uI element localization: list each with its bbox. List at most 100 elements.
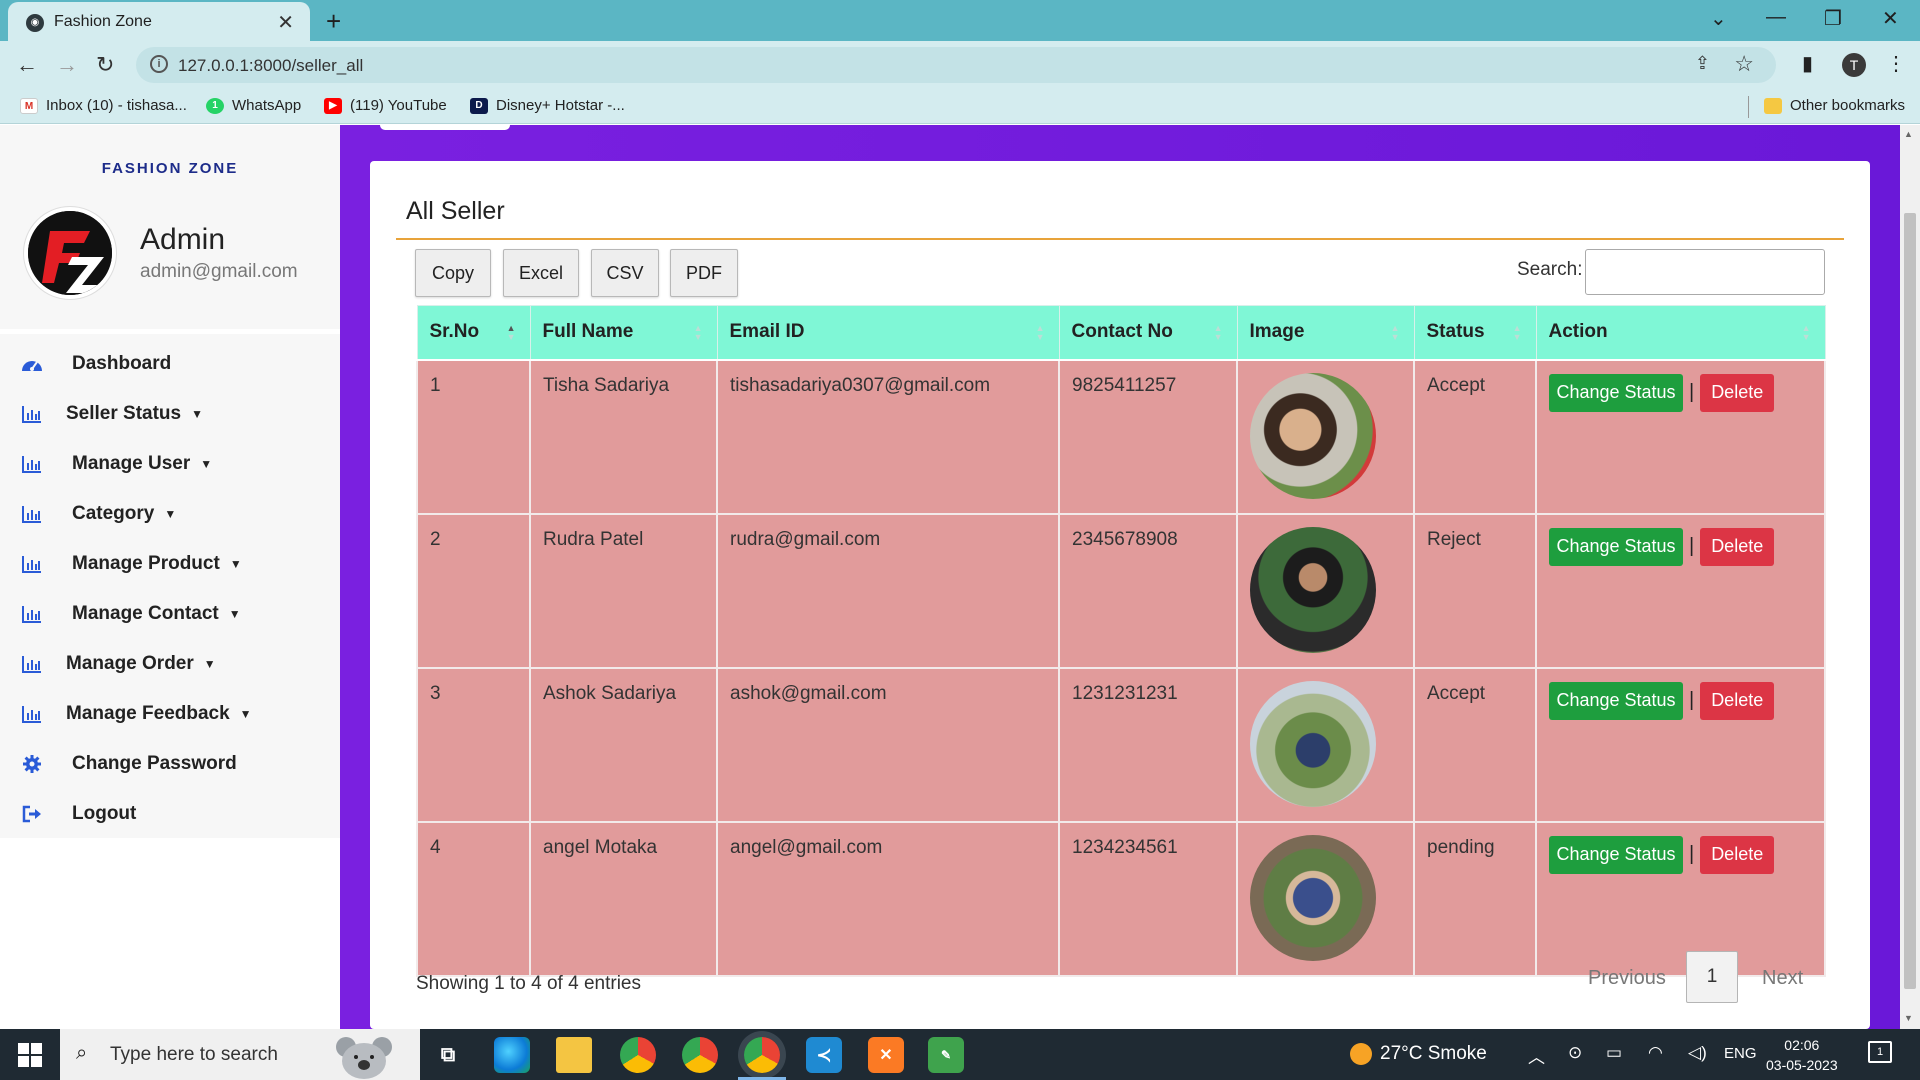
browser-tab-bar: ◉ Fashion Zone ✕ + ⌄ — ❐ ✕ — [0, 0, 1920, 41]
scroll-up-icon[interactable]: ▲ — [1904, 129, 1913, 139]
sidebar-item-dashboard[interactable]: Dashboard — [20, 344, 320, 384]
bookmark-whatsapp[interactable]: 1 WhatsApp — [206, 97, 301, 114]
sidebar-item-manage-order[interactable]: Manage Order ▼ — [20, 644, 320, 684]
weather-text: 27°C Smoke — [1380, 1043, 1487, 1064]
sidebar-item-label: Change Password — [72, 753, 237, 774]
cell-status: pending — [1413, 820, 1537, 977]
delete-button[interactable]: Delete — [1700, 527, 1775, 566]
notification-icon[interactable]: 1 — [1868, 1041, 1892, 1063]
battery-icon[interactable]: ▭ — [1606, 1043, 1622, 1063]
tab-search-icon[interactable]: ⌄ — [1710, 6, 1727, 31]
volume-icon[interactable]: ◁) — [1688, 1043, 1707, 1063]
column-header-action[interactable]: Action ▲ ▼ — [1535, 305, 1826, 361]
excel-button[interactable]: Excel — [503, 249, 579, 297]
minimize-icon[interactable]: — — [1766, 6, 1786, 29]
sidebar-item-category[interactable]: Category ▼ — [20, 494, 320, 534]
forward-icon[interactable]: → — [56, 52, 78, 78]
site-info-icon[interactable]: i — [150, 55, 168, 73]
seller-photo — [1250, 526, 1376, 653]
change-status-button[interactable]: Change Status — [1549, 373, 1683, 412]
sort-icon: ▲ ▼ — [1512, 323, 1522, 342]
sidebar-item-logout[interactable]: Logout — [20, 794, 320, 834]
column-header-contact[interactable]: Contact No ▲ ▼ — [1058, 305, 1238, 361]
profile-avatar[interactable]: T — [1842, 53, 1866, 77]
notepad-icon[interactable]: ✎ — [928, 1037, 964, 1073]
sidebar-item-manage-product[interactable]: Manage Product ▼ — [20, 544, 320, 584]
xampp-icon[interactable]: ✕ — [868, 1037, 904, 1073]
column-header-fullname[interactable]: Full Name ▲ ▼ — [529, 305, 718, 361]
clock-date: 03-05-2023 — [1766, 1057, 1838, 1073]
column-header-email[interactable]: Email ID ▲ ▼ — [716, 305, 1060, 361]
file-explorer-icon[interactable] — [556, 1037, 592, 1073]
chrome-active-icon[interactable] — [744, 1037, 780, 1073]
edge-icon[interactable] — [494, 1037, 530, 1073]
pagination-page-1[interactable]: 1 — [1686, 951, 1738, 1003]
close-window-icon[interactable]: ✕ — [1882, 6, 1899, 31]
column-header-srno[interactable]: Sr.No ▲ ▼ — [416, 305, 531, 361]
column-header-image[interactable]: Image ▲ ▼ — [1236, 305, 1415, 361]
change-status-button[interactable]: Change Status — [1549, 681, 1683, 720]
back-icon[interactable]: ← — [16, 52, 38, 78]
pagination-previous[interactable]: Previous — [1588, 967, 1666, 990]
wifi-icon[interactable]: ◠ — [1648, 1043, 1663, 1063]
language-indicator[interactable]: ENG — [1724, 1045, 1757, 1062]
weather-widget[interactable]: 27°C Smoke — [1350, 1043, 1487, 1065]
column-label: Status — [1426, 321, 1485, 343]
restore-icon[interactable]: ❐ — [1824, 6, 1842, 31]
change-status-button[interactable]: Change Status — [1549, 835, 1683, 874]
browser-tab[interactable]: ◉ Fashion Zone ✕ — [8, 2, 310, 41]
taskbar-search[interactable]: ⌕ Type here to search — [60, 1029, 420, 1080]
menu-icon[interactable]: ⋮ — [1886, 51, 1906, 76]
show-hidden-icons-icon[interactable]: ︿ — [1528, 1043, 1545, 1068]
bookmark-other[interactable]: Other bookmarks — [1764, 97, 1905, 114]
clock[interactable]: 02:06 03-05-2023 — [1766, 1035, 1838, 1075]
sidebar-item-manage-contact[interactable]: Manage Contact ▼ — [20, 594, 320, 634]
page-scrollbar[interactable]: ▲ ▼ — [1900, 125, 1920, 1029]
bookmark-gmail[interactable]: M Inbox (10) - tishasa... — [20, 97, 187, 114]
new-tab-icon[interactable]: + — [326, 6, 341, 37]
pagination-next[interactable]: Next — [1762, 967, 1803, 990]
scroll-down-icon[interactable]: ▼ — [1904, 1013, 1913, 1023]
url-text[interactable]: 127.0.0.1:8000/seller_all — [178, 56, 363, 76]
side-panel-icon[interactable]: ▮ — [1802, 51, 1813, 76]
change-status-button[interactable]: Change Status — [1549, 527, 1683, 566]
bar-chart-icon — [20, 452, 44, 476]
column-label: Contact No — [1071, 321, 1173, 343]
task-view-icon[interactable]: ⧉ — [430, 1037, 466, 1073]
sidebar-item-change-password[interactable]: Change Password — [20, 744, 320, 784]
cell-srno: 1 — [416, 358, 531, 515]
sidebar-item-manage-user[interactable]: Manage User ▼ — [20, 444, 320, 484]
column-header-status[interactable]: Status ▲ ▼ — [1413, 305, 1537, 361]
cell-image — [1236, 820, 1415, 977]
delete-button[interactable]: Delete — [1700, 373, 1775, 412]
logout-icon — [20, 802, 44, 826]
taskbar-search-placeholder: Type here to search — [110, 1044, 278, 1065]
bookmark-hotstar[interactable]: D Disney+ Hotstar -... — [470, 97, 625, 114]
sidebar-item-manage-feedback[interactable]: Manage Feedback ▼ — [20, 694, 320, 734]
close-tab-icon[interactable]: ✕ — [277, 10, 294, 35]
seller-card: All Seller Copy Excel CSV PDF Search: Sr… — [370, 161, 1870, 1029]
delete-button[interactable]: Delete — [1700, 835, 1775, 874]
bookmark-youtube[interactable]: ▶ (119) YouTube — [324, 97, 447, 114]
camera-icon[interactable]: ⊙ — [1568, 1043, 1582, 1063]
bookmark-label: Inbox (10) - tishasa... — [46, 97, 187, 114]
vscode-icon[interactable]: ≺ — [806, 1037, 842, 1073]
bookmark-star-icon[interactable]: ☆ — [1734, 51, 1754, 77]
csv-button[interactable]: CSV — [591, 249, 659, 297]
reload-icon[interactable]: ↻ — [96, 52, 114, 78]
address-bar[interactable]: i 127.0.0.1:8000/seller_all ⇪ ☆ — [136, 47, 1776, 83]
search-icon: ⌕ — [76, 1042, 88, 1064]
windows-start-icon[interactable] — [18, 1043, 42, 1067]
sidebar-item-label: Manage Feedback — [66, 703, 230, 724]
scroll-thumb[interactable] — [1904, 213, 1916, 989]
sidebar-item-seller-status[interactable]: Seller Status ▼ — [20, 394, 320, 434]
chrome-icon[interactable] — [620, 1037, 656, 1073]
chrome-icon[interactable] — [682, 1037, 718, 1073]
delete-button[interactable]: Delete — [1700, 681, 1775, 720]
cell-name: Tisha Sadariya — [529, 358, 718, 515]
share-icon[interactable]: ⇪ — [1695, 53, 1710, 74]
copy-button[interactable]: Copy — [415, 249, 491, 297]
search-input[interactable] — [1585, 249, 1825, 295]
pdf-button[interactable]: PDF — [670, 249, 738, 297]
action-separator: | — [1689, 535, 1695, 557]
